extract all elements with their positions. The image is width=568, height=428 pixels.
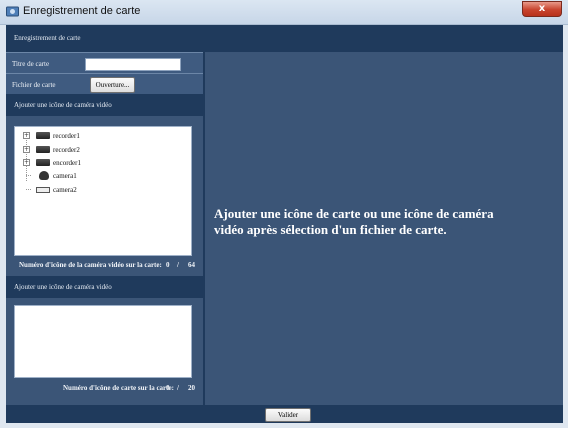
box-camera-icon (36, 187, 50, 193)
app-icon (6, 6, 19, 17)
camera-count-current: 0 (166, 261, 170, 269)
device-tree[interactable]: + recorder1 + recorder2 + encorder1 came… (14, 126, 192, 256)
map-count-current: 0 (166, 384, 170, 392)
tree-guide-line (26, 175, 31, 176)
camera-count-label: Numéro d'icône de la caméra vidéo sur la… (19, 261, 162, 269)
submit-button[interactable]: Valider (265, 408, 311, 422)
encoder-icon (36, 159, 50, 166)
map-count-max: 20 (188, 384, 195, 392)
page-header: Enregistrement de carte (6, 25, 563, 52)
instruction-line-1: Ajouter une icône de carte ou une icône … (214, 206, 494, 221)
map-file-row: Fichier de carte Ouverture... (6, 73, 203, 94)
map-registration-window: Enregistrement de carte x Enregistrement… (0, 0, 568, 428)
map-preview-area[interactable]: Ajouter une icône de carte ou une icône … (205, 52, 563, 405)
close-button[interactable]: x (522, 1, 562, 17)
camera-section-header: Ajouter une icône de caméra vidéo (6, 94, 203, 116)
recorder-icon (36, 146, 50, 153)
expand-icon[interactable]: + (23, 159, 30, 166)
recorder-icon (36, 132, 50, 139)
title-bar[interactable]: Enregistrement de carte x (0, 0, 568, 25)
map-title-label: Titre de carte (12, 60, 50, 68)
tree-item-label: recorder1 (53, 132, 80, 140)
camera-count-max: 64 (188, 261, 195, 269)
map-count-label: Numéro d'icône de carte sur la carte: (63, 384, 174, 392)
map-title-row: Titre de carte (6, 52, 203, 73)
expand-icon[interactable]: + (23, 146, 30, 153)
map-icon-count: Numéro d'icône de carte sur la carte: 0 … (6, 384, 203, 398)
page-title: Enregistrement de carte (14, 34, 81, 42)
map-file-label: Fichier de carte (12, 81, 56, 89)
tree-item-label: camera2 (53, 186, 77, 194)
window-title: Enregistrement de carte (23, 5, 141, 17)
client-area: Enregistrement de carte Titre de carte F… (6, 25, 563, 423)
tree-item-label: camera1 (53, 172, 77, 180)
map-icon-section-title: Ajouter une icône de caméra vidéo (14, 283, 112, 291)
tree-item-label: encorder1 (53, 159, 81, 167)
instruction-line-2: vidéo après sélection d'un fichier de ca… (214, 222, 447, 237)
tree-item-label: recorder2 (53, 146, 80, 154)
instruction-message: Ajouter une icône de carte ou une icône … (214, 206, 559, 238)
camera-section-title: Ajouter une icône de caméra vidéo (14, 101, 112, 109)
camera-icon-count: Numéro d'icône de la caméra vidéo sur la… (6, 261, 203, 275)
tree-guide-line (26, 189, 31, 190)
map-count-separator: / (177, 384, 179, 392)
map-title-input[interactable] (85, 58, 181, 71)
camera-count-separator: / (177, 261, 179, 269)
map-icon-section-header: Ajouter une icône de caméra vidéo (6, 276, 203, 298)
close-icon: x (538, 3, 546, 14)
map-icon-list[interactable] (14, 305, 192, 378)
open-file-button[interactable]: Ouverture... (90, 77, 135, 93)
dome-camera-icon (39, 171, 49, 180)
expand-icon[interactable]: + (23, 132, 30, 139)
